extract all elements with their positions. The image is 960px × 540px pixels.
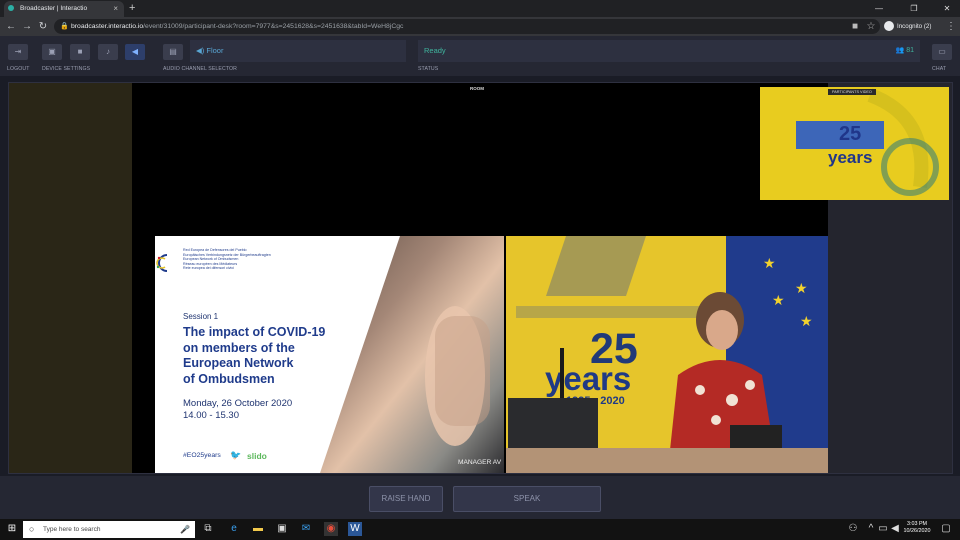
monitor-icon: ▣	[48, 47, 56, 56]
microphone-settings-button[interactable]: ♪	[98, 44, 118, 60]
slido-logo: slido	[247, 451, 267, 461]
eu-star-icon: ★	[800, 313, 813, 329]
pip-years: years	[828, 148, 873, 167]
eu-star-icon: ★	[763, 255, 776, 271]
status-value: Ready	[424, 46, 446, 55]
window-close-icon[interactable]: ✕	[936, 0, 958, 17]
slide-hashtag: #EO25years	[183, 452, 221, 459]
side-panel	[9, 83, 132, 473]
speaker-icon: ◀	[131, 47, 139, 56]
logout-icon: ⇥	[14, 47, 22, 56]
slide-title: The impact of COVID-19 on members of the…	[183, 325, 326, 386]
participants-video-label: PARTICIPANTS VIDEO	[828, 89, 876, 95]
tab-title: Broadcaster | Interactio	[20, 5, 88, 12]
microphone-icon: ♪	[106, 47, 110, 56]
twitter-icon: 🐦	[230, 450, 242, 460]
raise-hand-button[interactable]: RAISE HAND	[369, 486, 443, 512]
channel-icon: ▤	[169, 47, 177, 56]
chat-icon: ▭	[938, 47, 946, 56]
notifications-icon[interactable]: ▢	[939, 522, 953, 536]
back-icon[interactable]: ←	[4, 17, 18, 36]
status-field: Ready 👥 81	[418, 40, 920, 62]
chat-label: CHAT	[932, 66, 947, 72]
tab-close-icon[interactable]: ×	[113, 1, 118, 17]
slide-session: Session 1	[183, 312, 219, 321]
windows-start-icon[interactable]: ⊞	[5, 522, 19, 536]
taskbar-search-input[interactable]: ○ Type here to search 🎤	[23, 521, 195, 538]
status-label: STATUS	[418, 66, 439, 72]
ombudsman-logo-icon	[156, 254, 168, 272]
file-explorer-icon[interactable]: ▬	[251, 522, 265, 536]
new-tab-icon[interactable]: +	[129, 0, 135, 17]
search-placeholder: Type here to search	[43, 526, 101, 533]
pip-25: 25	[839, 123, 862, 145]
chat-button[interactable]: ▭	[932, 44, 952, 60]
browser-tab-bar	[0, 0, 960, 17]
speaker-settings-button[interactable]: ◀	[125, 44, 145, 60]
audio-channel-label: AUDIO CHANNEL SELECTOR	[163, 66, 237, 72]
desk	[506, 448, 828, 473]
slide-org-names: Red Europea de Defensores del Pueblo Eur…	[183, 248, 271, 271]
clock-date: 10/26/2020	[903, 528, 931, 534]
camera-settings-button[interactable]: ■	[70, 44, 90, 60]
monitor-left	[508, 398, 598, 448]
incognito-icon	[884, 21, 894, 32]
participant-count: 👥 81	[895, 47, 914, 54]
lock-icon: 🔒	[60, 23, 69, 30]
taskbar-clock[interactable]: 3:03 PM 10/26/2020	[898, 521, 936, 535]
channel-select-button[interactable]: ▤	[163, 44, 183, 60]
manager-label: MANAGER AV	[458, 459, 502, 466]
url-host: broadcaster.interactio.io	[71, 23, 144, 30]
chrome-icon[interactable]: ◉	[324, 522, 338, 536]
slide-time: 14.00 - 15.30	[183, 410, 239, 421]
microphone-icon[interactable]: 🎤	[180, 521, 190, 538]
people-icon[interactable]: ⚇	[846, 522, 860, 536]
search-icon: ○	[29, 524, 35, 534]
slide-date: Monday, 26 October 2020	[183, 398, 293, 409]
store-icon[interactable]: ▣	[275, 522, 289, 536]
word-icon[interactable]: W	[348, 522, 362, 536]
task-view-icon[interactable]: ⧉	[201, 522, 215, 536]
reload-icon[interactable]: ↻	[36, 17, 50, 36]
speak-button[interactable]: SPEAK	[453, 486, 601, 512]
pip-range: 1995 - 2020	[845, 166, 872, 172]
device-settings-label: DEVICE SETTINGS	[42, 66, 91, 72]
camera-icon[interactable]: ■	[848, 17, 862, 36]
logout-button[interactable]: ⇥	[8, 44, 28, 60]
url-path: /event/31009/participant-desk?room=7977&…	[143, 23, 404, 30]
incognito-indicator[interactable]: Incognito (2)	[884, 19, 940, 34]
edge-icon[interactable]: e	[227, 522, 241, 536]
tab-favicon-icon	[8, 5, 14, 11]
mail-icon[interactable]: ✉	[299, 522, 313, 536]
speaker-icon: ◀)	[196, 46, 207, 55]
desk-device	[730, 425, 782, 450]
microphone-stand	[560, 348, 564, 398]
browser-tab[interactable]: Broadcaster | Interactio ×	[4, 1, 124, 17]
browser-menu-icon[interactable]: ⋮	[944, 17, 958, 36]
backdrop-years: years	[545, 360, 632, 397]
forward-icon[interactable]: →	[20, 17, 34, 36]
bookmark-star-icon[interactable]: ☆	[864, 17, 878, 36]
audio-channel-select[interactable]: ◀) Floor	[190, 40, 406, 62]
channel-value: Floor	[206, 46, 224, 55]
address-bar-row: ← → ↻ 🔒 broadcaster.interactio.io/event/…	[0, 17, 960, 36]
incognito-label: Incognito (2)	[897, 23, 932, 30]
video-camera-icon: ■	[77, 47, 83, 56]
users-icon: 👥	[895, 47, 907, 54]
clock-time: 3:03 PM	[906, 521, 928, 527]
eu-star-icon: ★	[795, 280, 808, 296]
logout-label: LOGOUT	[7, 66, 30, 72]
minimize-icon[interactable]: —	[868, 0, 890, 17]
maximize-icon[interactable]: ❐	[903, 0, 925, 17]
url-input[interactable]: 🔒 broadcaster.interactio.io/event/31009/…	[54, 19, 880, 34]
room-label: ROOM	[470, 86, 484, 91]
screen-settings-button[interactable]: ▣	[42, 44, 62, 60]
